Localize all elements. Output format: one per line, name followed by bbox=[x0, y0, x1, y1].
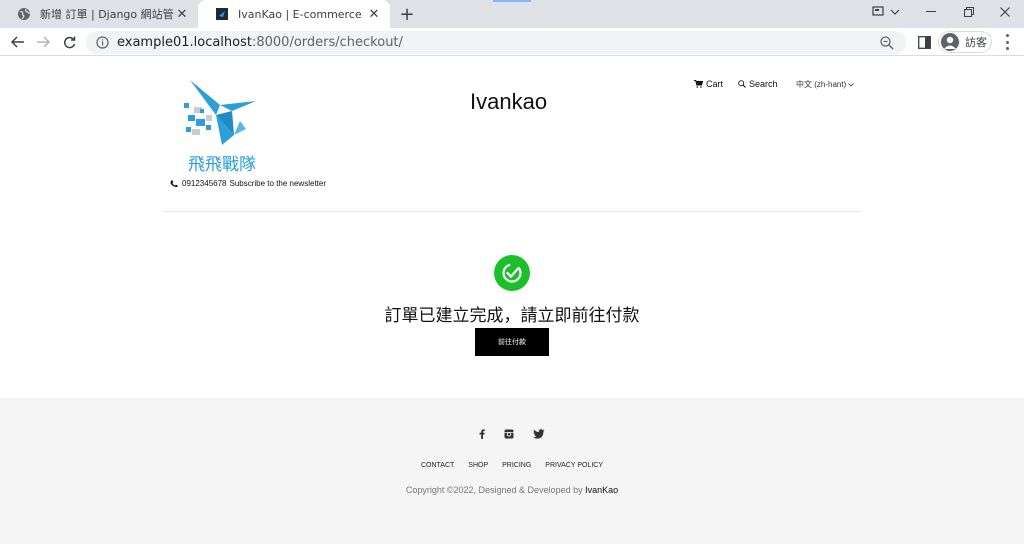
cart-icon bbox=[694, 80, 703, 88]
chevron-down-icon bbox=[848, 82, 855, 87]
address-bar[interactable]: example01.localhost:8000/orders/checkout… bbox=[86, 31, 906, 54]
language-label: 中文 (zh-hant) bbox=[796, 80, 847, 89]
search-link[interactable]: Search bbox=[738, 79, 778, 89]
copyright-text: Copyright ©2022, Designed & Developed by bbox=[405, 485, 586, 495]
window-close-icon[interactable] bbox=[988, 0, 1022, 24]
contact-bar: 0912345678 Subscribe to the newsletter bbox=[170, 179, 326, 188]
copyright: Copyright ©2022, Designed & Developed by… bbox=[0, 485, 1024, 495]
twitter-icon[interactable] bbox=[532, 427, 546, 441]
browser-toolbar: example01.localhost:8000/orders/checkout… bbox=[0, 28, 1024, 56]
footer-link-contact[interactable]: CONTACT bbox=[421, 462, 454, 469]
site-favicon-icon bbox=[214, 6, 230, 22]
tab-title: 新增 訂單 | Django 網站管理 bbox=[40, 8, 174, 21]
url-host: example01.localhost bbox=[117, 35, 252, 50]
instagram-icon[interactable] bbox=[502, 427, 516, 441]
tab-title: IvanKao | E-commerce bbox=[238, 7, 362, 21]
tab-strip: 新增 訂單 | Django 網站管理 ✕ IvanKao | E-commer… bbox=[0, 0, 1024, 28]
guest-avatar-icon bbox=[941, 33, 959, 51]
footer-link-privacy-policy[interactable]: PRIVACY POLICY bbox=[545, 462, 603, 469]
header-divider bbox=[162, 211, 862, 212]
url-path: :8000/orders/checkout/ bbox=[251, 35, 403, 50]
chevron-down-icon[interactable] bbox=[878, 0, 912, 24]
phone-number[interactable]: 0912345678 bbox=[182, 179, 227, 188]
globe-icon bbox=[16, 6, 32, 22]
site-logo[interactable]: 飛飛戰隊 bbox=[176, 77, 268, 175]
order-success-message: 訂單已建立完成，請立即前往付款 bbox=[384, 306, 640, 326]
check-circle-icon bbox=[494, 255, 530, 291]
profile-label: 訪客 bbox=[965, 36, 987, 49]
cart-label: Cart bbox=[706, 79, 724, 89]
restore-icon[interactable] bbox=[952, 0, 986, 24]
reload-icon[interactable] bbox=[59, 32, 79, 52]
tab-accent-line bbox=[493, 0, 531, 2]
info-icon[interactable] bbox=[95, 36, 109, 50]
cart-link[interactable]: Cart bbox=[694, 79, 723, 89]
footer-link-pricing[interactable]: PRICING bbox=[502, 462, 531, 469]
side-panel-icon[interactable] bbox=[915, 33, 933, 51]
search-label: Search bbox=[749, 79, 778, 89]
forward-arrow-icon[interactable] bbox=[33, 32, 53, 52]
url-text[interactable]: example01.localhost:8000/orders/checkout… bbox=[117, 35, 880, 50]
tab-django-admin[interactable]: 新增 訂單 | Django 網站管理 ✕ bbox=[0, 0, 198, 28]
profile-button[interactable]: 訪客 bbox=[938, 31, 992, 53]
newsletter-link[interactable]: Subscribe to the newsletter bbox=[230, 179, 327, 188]
page: 飛飛戰隊 0912345678 Subscribe to the newslet… bbox=[0, 57, 1024, 544]
tab-ivankao[interactable]: IvanKao | E-commerce ✕ bbox=[198, 0, 390, 28]
footer: CONTACT SHOP PRICING PRIVACY POLICY Copy… bbox=[0, 398, 1024, 544]
new-tab-button[interactable]: + bbox=[397, 4, 417, 25]
copyright-owner-link[interactable]: IvanKao bbox=[585, 485, 618, 495]
brand-title[interactable]: Ivankao bbox=[470, 89, 547, 115]
back-arrow-icon[interactable] bbox=[8, 32, 28, 52]
search-icon bbox=[738, 80, 746, 88]
proceed-to-payment-button[interactable]: 前往付款 bbox=[475, 328, 549, 356]
logo-text: 飛飛戰隊 bbox=[188, 155, 256, 175]
footer-links: CONTACT SHOP PRICING PRIVACY POLICY bbox=[0, 462, 1024, 469]
footer-link-shop[interactable]: SHOP bbox=[468, 462, 488, 469]
facebook-icon[interactable] bbox=[475, 427, 489, 441]
close-icon[interactable]: ✕ bbox=[366, 6, 382, 22]
language-selector[interactable]: 中文 (zh-hant) bbox=[796, 79, 857, 90]
minimize-icon[interactable] bbox=[914, 0, 948, 24]
more-menu-icon[interactable] bbox=[1001, 34, 1013, 50]
phone-icon bbox=[170, 180, 178, 188]
zoom-icon[interactable] bbox=[880, 35, 896, 51]
close-icon[interactable]: ✕ bbox=[174, 6, 190, 22]
